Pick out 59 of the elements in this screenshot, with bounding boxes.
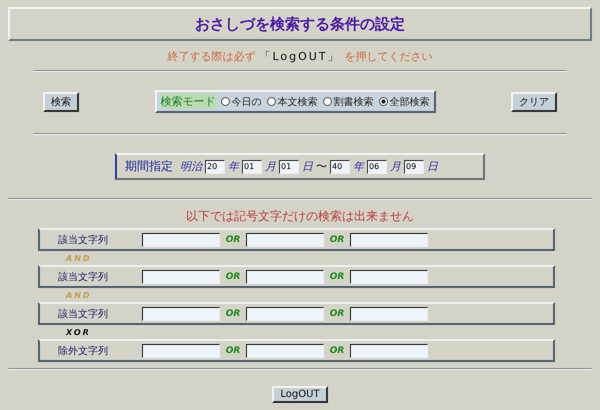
period-label: 期間指定 — [125, 158, 173, 175]
or-label: OR — [328, 272, 346, 282]
date-field[interactable]: 20 — [205, 160, 225, 174]
date-unit: 日 — [427, 159, 438, 174]
or-label: OR — [328, 346, 346, 356]
date-unit: 年 — [228, 159, 239, 174]
date-field[interactable]: 01 — [242, 160, 262, 174]
keyword-field[interactable] — [142, 344, 220, 358]
keyword-field[interactable] — [350, 344, 428, 358]
keyword-field[interactable] — [350, 306, 428, 320]
row-label: 該当文字列 — [57, 308, 109, 320]
keyword-field[interactable] — [350, 232, 428, 246]
row-label: 該当文字列 — [57, 234, 109, 246]
warning-text: 以下では記号文字だけの検索は出来ません — [185, 208, 415, 225]
radio-option[interactable]: 全部検索 — [378, 94, 430, 108]
row-label: 除外文字列 — [57, 344, 109, 358]
radio-option[interactable]: 本文検索 — [266, 94, 318, 108]
or-label: OR — [328, 308, 346, 318]
date-unit: 月 — [390, 159, 401, 174]
notice-text: を押してください — [344, 49, 433, 64]
keyword-field[interactable] — [246, 344, 324, 358]
operator-label: AND — [66, 290, 92, 300]
keyword-field[interactable] — [142, 306, 220, 320]
keyword-field[interactable] — [350, 270, 428, 284]
era-label: 明治 — [180, 159, 202, 174]
search-button[interactable]: 検索 — [43, 92, 79, 112]
keyword-field[interactable] — [246, 232, 324, 246]
or-label: OR — [224, 346, 242, 356]
or-label: OR — [328, 234, 346, 244]
clear-button[interactable]: クリア — [511, 92, 557, 112]
date-unit: 月 — [265, 159, 276, 174]
radio-icon[interactable] — [322, 97, 332, 106]
date-field[interactable]: 06 — [367, 160, 387, 174]
or-label: OR — [224, 308, 242, 318]
operator-label: AND — [66, 254, 92, 262]
page-title: おさしづを検索する条件の設定 — [195, 14, 405, 34]
radio-option[interactable]: 割書検索 — [322, 94, 374, 108]
radio-icon[interactable] — [266, 97, 276, 106]
date-unit: 日 — [302, 159, 313, 174]
mode-label: 検索モード — [160, 94, 216, 109]
keyword-field[interactable] — [246, 270, 324, 284]
or-label: OR — [224, 272, 242, 282]
radio-icon[interactable] — [220, 97, 230, 106]
notice-emphasis: 「LogOUT」 — [259, 49, 341, 64]
keyword-field[interactable] — [142, 270, 220, 284]
logout-button[interactable]: LogOUT — [272, 386, 328, 403]
date-unit: 年 — [353, 159, 364, 174]
or-label: OR — [224, 234, 242, 244]
date-field[interactable]: 40 — [330, 160, 350, 174]
range-separator: 〜 — [316, 159, 327, 174]
radio-icon[interactable] — [378, 97, 388, 106]
keyword-field[interactable] — [142, 232, 220, 246]
date-field[interactable]: 01 — [279, 160, 299, 174]
operator-label: XOR — [66, 328, 91, 336]
keyword-field[interactable] — [246, 306, 324, 320]
radio-option[interactable]: 今日の — [220, 94, 262, 108]
row-label: 該当文字列 — [57, 270, 109, 284]
date-field[interactable]: 09 — [404, 160, 424, 174]
notice-text: 終了する際は必ず — [167, 49, 256, 64]
